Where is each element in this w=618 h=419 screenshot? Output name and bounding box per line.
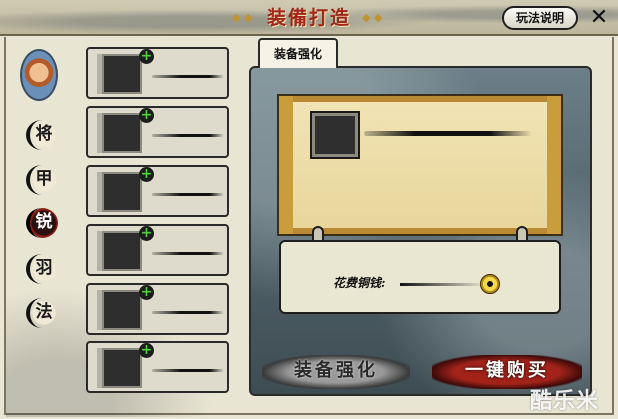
slot-name-placeholder bbox=[152, 252, 224, 255]
add-plus-icon[interactable]: + bbox=[139, 49, 154, 64]
category-tab-general[interactable]: 将 bbox=[26, 120, 58, 150]
equipment-slot[interactable]: + bbox=[86, 106, 229, 158]
equipment-slot[interactable]: + bbox=[86, 341, 229, 393]
watermark-logo: 酷乐米 bbox=[530, 389, 600, 414]
equipment-slot[interactable]: + bbox=[86, 283, 229, 335]
category-tab-sharp[interactable]: 锐 bbox=[26, 208, 58, 238]
tab-equipment-enhance[interactable]: 装备强化 bbox=[258, 38, 338, 68]
equipment-slot-box[interactable] bbox=[102, 231, 142, 271]
slot-name-placeholder bbox=[152, 134, 224, 137]
cost-label: 花费铜钱: bbox=[333, 276, 386, 290]
equipment-slot[interactable]: + bbox=[86, 224, 229, 276]
title-bar: ◆ ◆ 装備打造 ◆ ◆ 玩法说明 ✕ bbox=[0, 0, 618, 36]
hero-portrait-icon[interactable] bbox=[20, 49, 58, 101]
equipment-slot[interactable]: + bbox=[86, 47, 229, 99]
category-tab-magic[interactable]: 法 bbox=[26, 298, 58, 328]
add-plus-icon[interactable]: + bbox=[139, 343, 154, 358]
scroll-lower bbox=[279, 240, 561, 314]
slot-name-placeholder bbox=[152, 311, 224, 314]
cost-value-placeholder bbox=[400, 283, 486, 286]
copper-coin-icon bbox=[480, 274, 500, 294]
title-ornament-right: ◆ ◆ bbox=[362, 11, 383, 24]
add-plus-icon[interactable]: + bbox=[139, 108, 154, 123]
category-tab-feather[interactable]: 羽 bbox=[26, 254, 58, 284]
add-plus-icon[interactable]: + bbox=[139, 167, 154, 182]
equipment-slot-box[interactable] bbox=[102, 348, 142, 388]
enhance-button[interactable]: 装备强化 bbox=[262, 355, 410, 389]
add-plus-icon[interactable]: + bbox=[139, 226, 154, 241]
equipment-name-placeholder bbox=[364, 131, 532, 136]
close-icon[interactable]: ✕ bbox=[585, 4, 613, 32]
category-tab-armor[interactable]: 甲 bbox=[26, 165, 58, 195]
target-equipment-slot[interactable] bbox=[310, 111, 360, 159]
slot-name-placeholder bbox=[152, 75, 224, 78]
equipment-slot-box[interactable] bbox=[102, 113, 142, 153]
equipment-slot-box[interactable] bbox=[102, 54, 142, 94]
equipment-slot-box[interactable] bbox=[102, 172, 142, 212]
equipment-slot-box[interactable] bbox=[102, 290, 142, 330]
slot-name-placeholder bbox=[152, 193, 224, 196]
slot-name-placeholder bbox=[152, 369, 224, 372]
help-button[interactable]: 玩法说明 bbox=[502, 6, 578, 30]
equipment-slot[interactable]: + bbox=[86, 165, 229, 217]
add-plus-icon[interactable]: + bbox=[139, 285, 154, 300]
